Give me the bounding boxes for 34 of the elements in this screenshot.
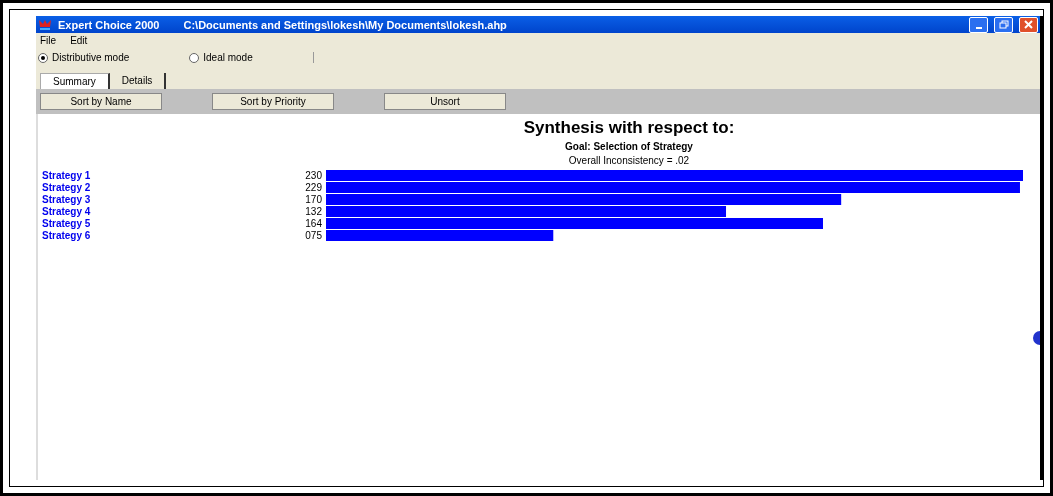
sort-button[interactable]: Unsort bbox=[384, 93, 506, 110]
strategy-name: Strategy 2 bbox=[41, 182, 92, 193]
strategy-name: Strategy 1 bbox=[41, 170, 92, 181]
close-button[interactable] bbox=[1019, 16, 1038, 33]
priority-value: 164 bbox=[304, 218, 323, 229]
strategy-name: Strategy 3 bbox=[41, 194, 92, 205]
radio-icon[interactable] bbox=[38, 52, 48, 63]
file-path: C:\Documents and Settings\lokesh\My Documents\lokesh.ahp bbox=[183, 18, 507, 31]
sort-button[interactable]: Sort by Priority bbox=[212, 93, 334, 110]
window-title: Expert Choice 2000 bbox=[58, 18, 160, 31]
priority-value: 230 bbox=[304, 170, 323, 181]
mode-radio[interactable]: Ideal mode bbox=[189, 52, 253, 63]
close-icon bbox=[1024, 20, 1033, 29]
tab[interactable]: Summary bbox=[40, 73, 110, 89]
minimize-icon bbox=[975, 26, 982, 29]
radio-icon[interactable] bbox=[189, 52, 200, 63]
app-icon bbox=[38, 18, 52, 31]
inconsistency-label: Overall Inconsistency = .02 bbox=[568, 155, 690, 166]
strategy-name: Strategy 5 bbox=[41, 218, 92, 229]
goal-label: Goal: Selection of Strategy bbox=[565, 141, 693, 152]
priority-value: 075 bbox=[304, 230, 323, 241]
priority-value: 132 bbox=[304, 206, 323, 217]
mode-radio[interactable]: Distributive mode bbox=[38, 52, 130, 63]
sort-button[interactable]: Sort by Name bbox=[40, 93, 162, 110]
restore-button[interactable] bbox=[994, 16, 1013, 33]
menu-item[interactable]: File bbox=[40, 35, 57, 46]
priority-value: 229 bbox=[304, 182, 323, 193]
menu-item[interactable]: Edit bbox=[70, 35, 88, 46]
synthesis-title: Synthesis with respect to: bbox=[523, 118, 735, 138]
strategy-name: Strategy 4 bbox=[41, 206, 92, 217]
restore-icon bbox=[998, 20, 1009, 29]
minimize-button[interactable] bbox=[969, 16, 988, 33]
priority-value: 170 bbox=[304, 194, 323, 205]
strategy-name: Strategy 6 bbox=[41, 230, 92, 241]
